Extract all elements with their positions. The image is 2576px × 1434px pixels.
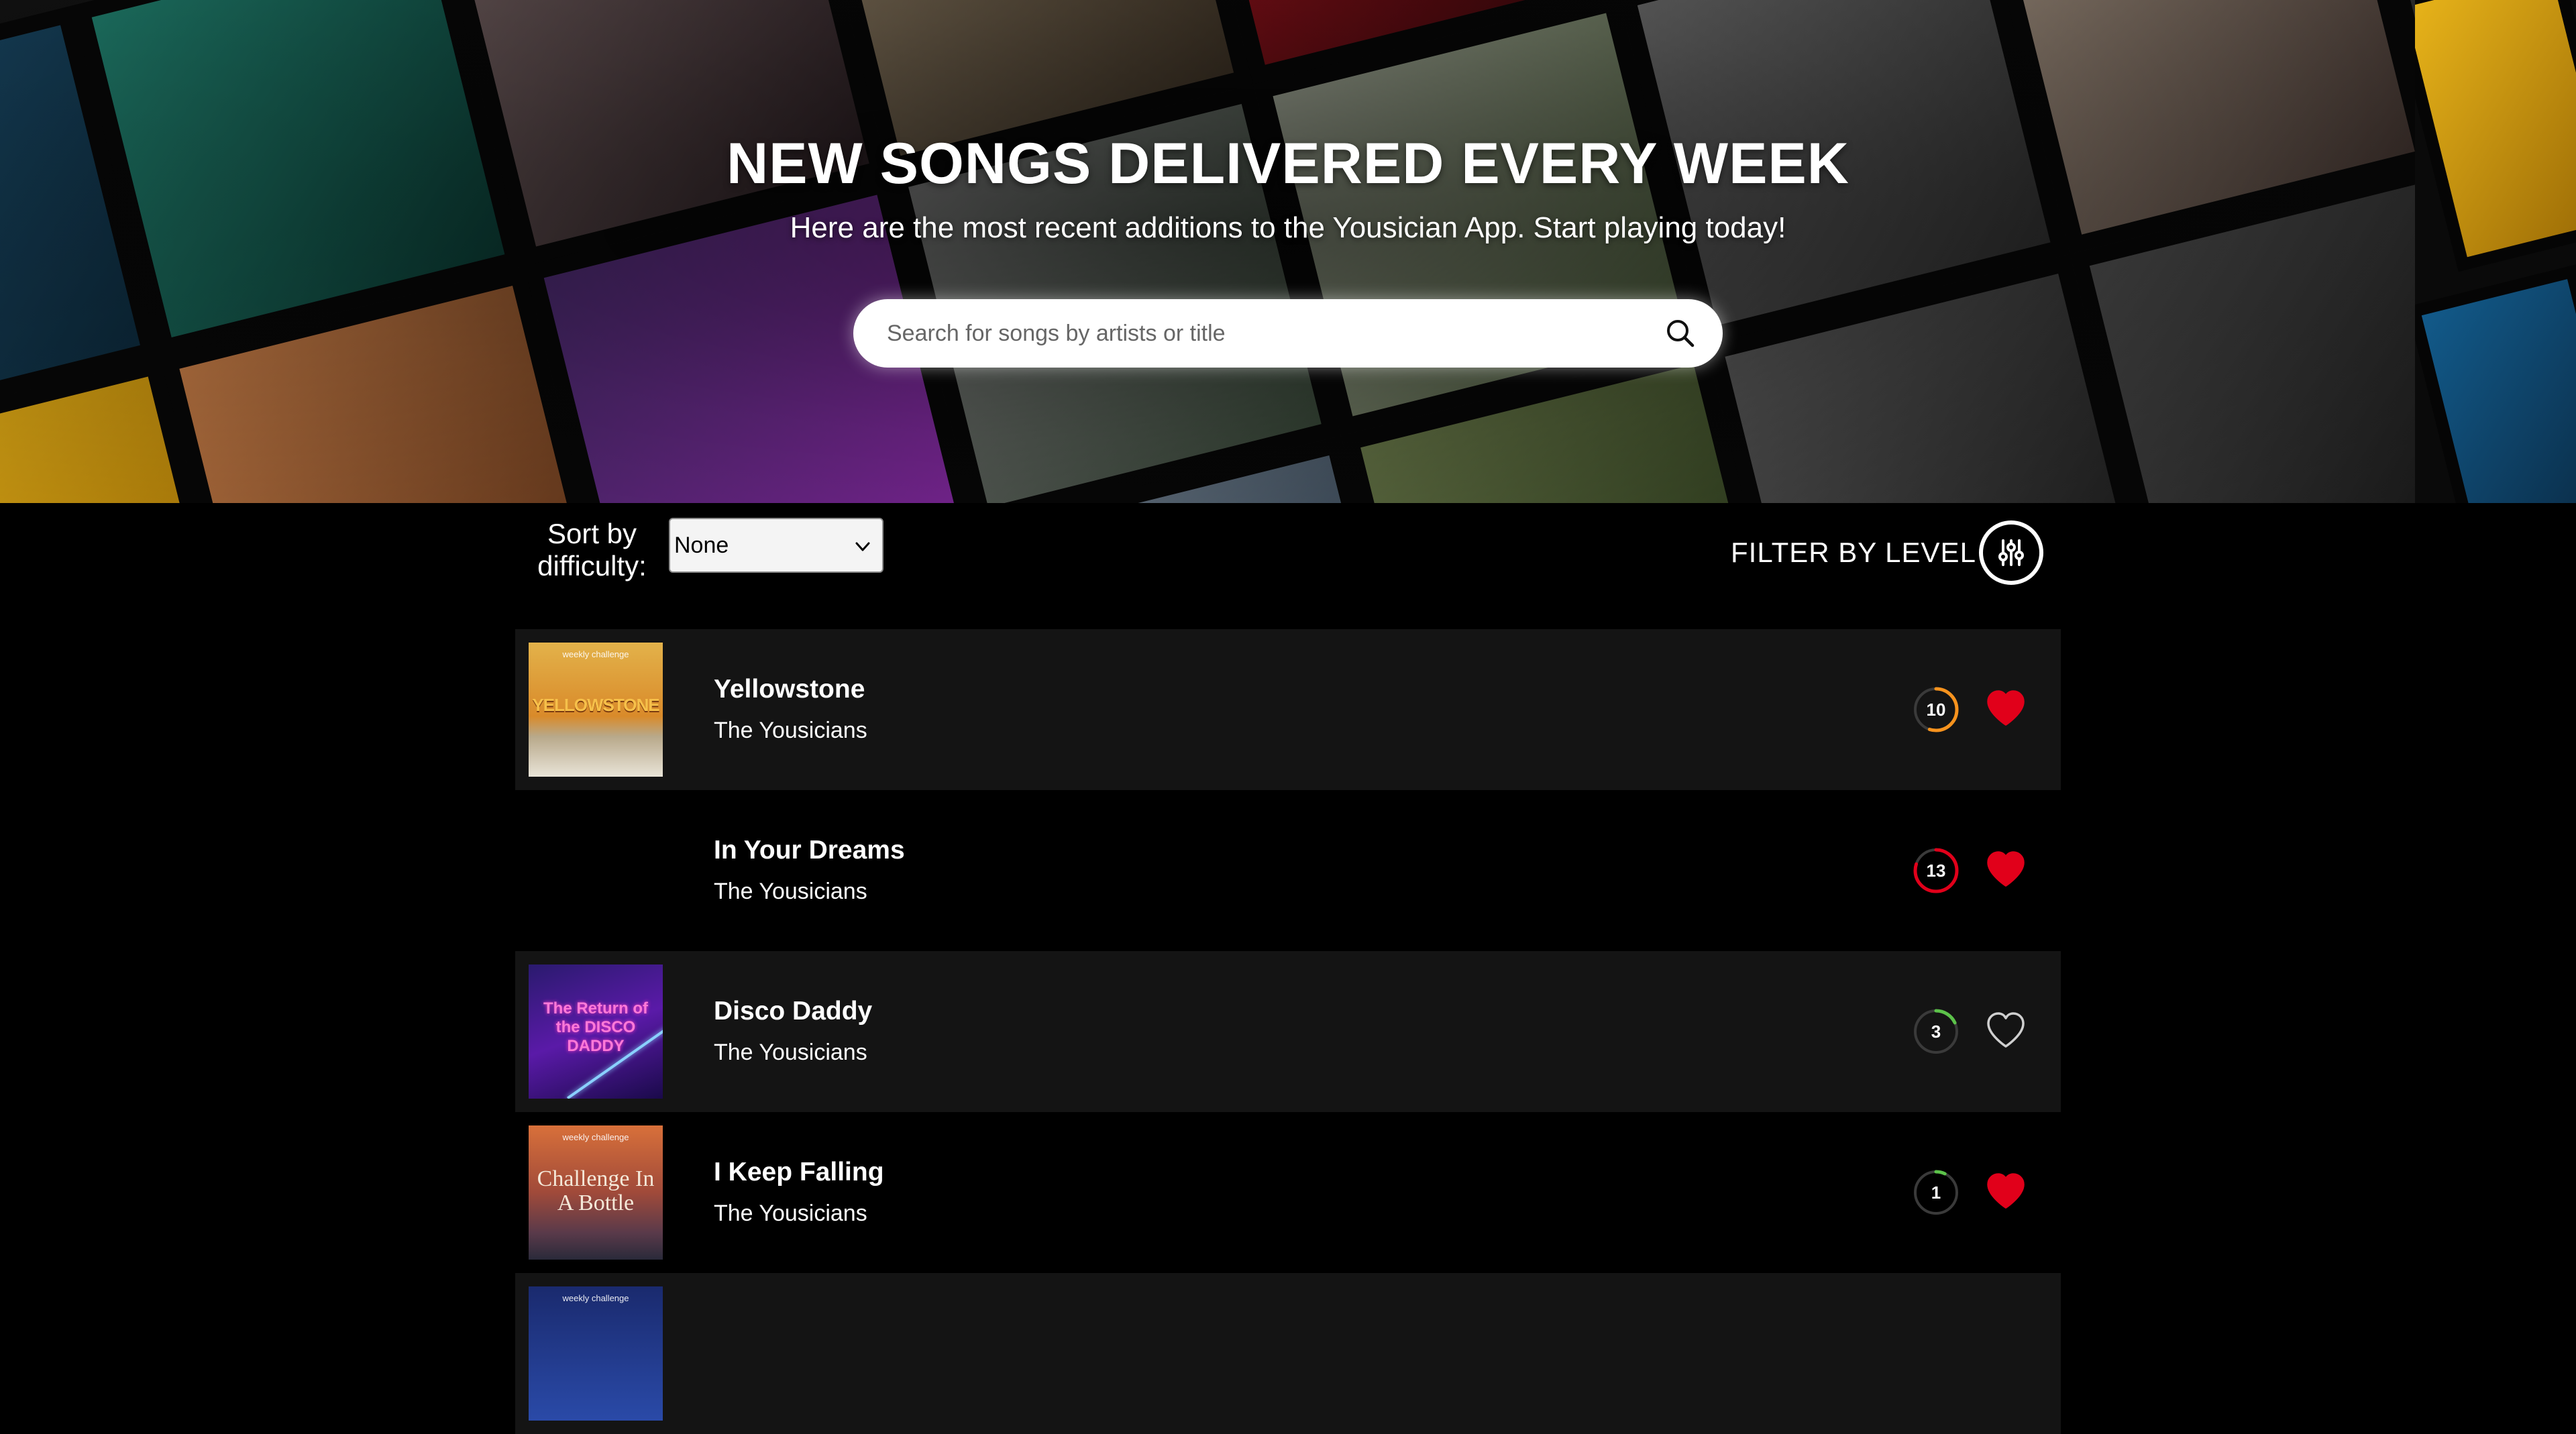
song-row[interactable]: weekly challenge Challenge In A Bottle I…	[515, 1112, 2061, 1273]
level-badge: 1	[1912, 1168, 1960, 1217]
chevron-down-icon	[855, 542, 870, 551]
heart-icon[interactable]	[1986, 1172, 2026, 1210]
cover-tag-text: weekly challenge	[562, 649, 629, 659]
hero-banner	[0, 0, 2415, 503]
filter-by-level-button[interactable]	[1979, 520, 2043, 585]
cover-tag-text: weekly challenge	[562, 1293, 629, 1303]
level-number: 13	[1926, 861, 1946, 881]
cover-title-text: YELLOWSTONE	[532, 695, 659, 715]
cover-tag-text: weekly challenge	[562, 1132, 629, 1142]
song-title[interactable]: In Your Dreams	[714, 836, 905, 865]
search-icon[interactable]	[1664, 317, 1697, 350]
song-row[interactable]: In Your Dreams The Yousicians 13	[515, 790, 2061, 951]
song-title[interactable]: Yellowstone	[714, 675, 865, 704]
level-badge: 3	[1912, 1007, 1960, 1056]
song-row[interactable]: weekly challenge YELLOWSTONE Yellowstone…	[515, 629, 2061, 790]
heart-icon[interactable]	[1986, 690, 2026, 727]
song-cover-image[interactable]: weekly challenge YELLOWSTONE	[529, 643, 663, 777]
song-row[interactable]: The Return of the DISCO DADDY Disco Dadd…	[515, 951, 2061, 1112]
search-input[interactable]	[887, 299, 1625, 368]
song-artist: The Yousicians	[714, 1201, 867, 1226]
song-row[interactable]: weekly challenge	[515, 1273, 2061, 1434]
hero-overlay	[0, 0, 2415, 503]
sort-selected-value: None	[674, 533, 729, 558]
song-artist: The Yousicians	[714, 718, 867, 743]
hero-side-photo	[2415, 0, 2576, 503]
song-cover-image[interactable]	[529, 804, 663, 938]
song-artist: The Yousicians	[714, 879, 867, 904]
page-subtitle: Here are the most recent additions to th…	[790, 211, 1786, 244]
cover-title-text: The Return of the DISCO DADDY	[543, 999, 648, 1055]
heart-icon[interactable]	[1986, 850, 2026, 888]
song-cover-image[interactable]: weekly challenge Challenge In A Bottle	[529, 1125, 663, 1260]
heart-icon[interactable]	[1986, 1011, 2026, 1049]
song-title[interactable]: I Keep Falling	[714, 1158, 884, 1187]
cover-title-text: Challenge In A Bottle	[537, 1166, 655, 1215]
sort-label: Sort by difficulty:	[537, 518, 647, 582]
level-badge: 13	[1912, 846, 1960, 895]
level-number: 1	[1931, 1182, 1941, 1203]
page-title: NEW SONGS DELIVERED EVERY WEEK	[727, 131, 1849, 196]
song-title[interactable]: Disco Daddy	[714, 997, 872, 1026]
song-cover-image[interactable]: The Return of the DISCO DADDY	[529, 964, 663, 1099]
level-number: 3	[1931, 1022, 1941, 1042]
level-number: 10	[1926, 700, 1946, 720]
sliders-icon	[1998, 539, 2024, 566]
filter-by-level-label[interactable]: FILTER BY LEVEL	[1731, 537, 1976, 569]
level-badge: 10	[1912, 685, 1960, 734]
search-bar[interactable]	[853, 299, 1723, 368]
sort-difficulty-select[interactable]: None	[669, 518, 883, 573]
song-artist: The Yousicians	[714, 1040, 867, 1065]
song-cover-image[interactable]: weekly challenge	[529, 1286, 663, 1421]
collage-photo	[2415, 264, 2576, 503]
